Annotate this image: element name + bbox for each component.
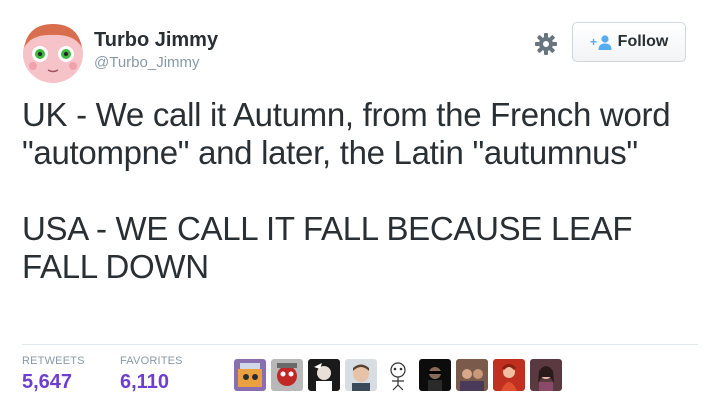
favoriter-avatar[interactable] [345,359,377,391]
user-info: Turbo Jimmy @Turbo_Jimmy [94,28,218,73]
favoriter-avatar[interactable] [308,359,340,391]
favorites-label: FAVORITES [120,355,183,367]
retweets-label: RETWEETS [22,355,85,367]
tweet-text: UK - We call it Autumn, from the French … [22,96,692,286]
favoriters-avatars [234,359,562,391]
user-avatar[interactable] [20,18,86,84]
favoriter-avatar[interactable] [493,359,525,391]
user-handle[interactable]: @Turbo_Jimmy [94,53,218,73]
svg-text:+: + [590,35,597,49]
follow-label: Follow [617,33,669,50]
add-user-icon: + [590,34,612,50]
tweet-stats: RETWEETS 5,647 FAVORITES 6,110 [22,344,698,406]
favorites-stat[interactable]: FAVORITES 6,110 [120,355,183,394]
follow-button[interactable]: + Follow [572,22,686,62]
favoriter-avatar[interactable] [234,359,266,391]
retweets-stat[interactable]: RETWEETS 5,647 [22,355,85,394]
retweets-count: 5,647 [22,371,73,393]
favoriter-avatar[interactable] [271,359,303,391]
favoriter-avatar[interactable] [456,359,488,391]
tweet-header: Turbo Jimmy @Turbo_Jimmy + Follow [20,18,700,84]
tweet-paragraph-usa: USA - WE CALL IT FALL BECAUSE LEAF FALL … [22,210,633,285]
favorites-count: 6,110 [120,371,169,393]
favoriter-avatar[interactable] [382,359,414,391]
favoriter-avatar[interactable] [419,359,451,391]
tweet-paragraph-uk: UK - We call it Autumn, from the French … [22,96,671,171]
gear-icon[interactable] [534,32,558,56]
user-display-name[interactable]: Turbo Jimmy [94,28,218,52]
favoriter-avatar[interactable] [530,359,562,391]
